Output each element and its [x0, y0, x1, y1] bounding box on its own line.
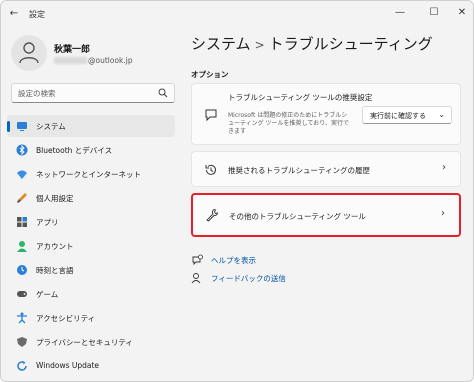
- wrench-icon: [206, 209, 219, 222]
- search-icon[interactable]: [158, 88, 168, 98]
- sidebar-item-privacy[interactable]: プライバシーとセキュリティ: [7, 331, 175, 353]
- accessibility-icon: [17, 312, 27, 324]
- help-link-label[interactable]: ヘルプを表示: [211, 255, 256, 266]
- search-input[interactable]: [18, 87, 154, 99]
- troubleshooter-history-card[interactable]: 推奨されるトラブルシューティングの履歴 ›: [191, 151, 461, 187]
- card-description: Microsoft は問題の修正のためにトラブルシューティング ツールを推奨して…: [228, 112, 349, 135]
- sidebar-item-label: アプリ: [36, 218, 59, 227]
- sidebar-item-label: 時刻と言語: [36, 266, 74, 275]
- apps-icon: [17, 217, 27, 227]
- recommendation-dropdown[interactable]: 実行前に確認する ⌄: [362, 106, 452, 124]
- email-redacted: [54, 57, 87, 64]
- settings-window: ← 設定 — ☐ ✕ 秋葉一郎 @outlook.jp システム: [0, 0, 474, 382]
- sidebar-item-accessibility[interactable]: アクセシビリティ: [7, 307, 175, 329]
- maximize-button[interactable]: ☐: [421, 5, 447, 21]
- sidebar-item-label: ネットワークとインターネット: [36, 170, 141, 179]
- account-icon: [17, 241, 27, 252]
- chevron-down-icon: ⌄: [438, 110, 445, 119]
- feedback-icon: [191, 273, 201, 284]
- card-title: その他のトラブルシューティング ツール: [229, 212, 366, 221]
- minimize-button[interactable]: —: [387, 5, 413, 21]
- back-arrow-icon[interactable]: ←: [7, 7, 21, 21]
- sidebar-item-network[interactable]: ネットワークとインターネット: [7, 163, 175, 185]
- bluetooth-icon: [16, 144, 28, 156]
- breadcrumb: システム > トラブルシューティング: [191, 33, 433, 54]
- sidebar-item-label: Bluetooth とデバイス: [36, 146, 113, 155]
- sidebar-item-label: 個人用設定: [36, 194, 74, 203]
- card-title: 推奨されるトラブルシューティングの履歴: [228, 166, 371, 175]
- gamepad-icon: [17, 291, 27, 297]
- sidebar-item-label: アクセシビリティ: [36, 314, 96, 323]
- card-title: トラブルシューティング ツールの推奨設定: [228, 93, 373, 102]
- sidebar-item-label: ゲーム: [36, 290, 59, 299]
- help-icon: [192, 254, 203, 266]
- sidebar-item-time-language[interactable]: 時刻と言語: [7, 259, 175, 281]
- sidebar-item-windows-update[interactable]: Windows Update: [7, 355, 175, 377]
- breadcrumb-parent[interactable]: システム: [191, 35, 251, 53]
- sidebar-item-bluetooth[interactable]: Bluetooth とデバイス: [7, 139, 175, 161]
- sidebar-item-label: Windows Update: [36, 361, 100, 370]
- person-icon: [19, 42, 39, 64]
- close-button[interactable]: ✕: [449, 5, 473, 21]
- selection-indicator: [7, 121, 10, 132]
- sidebar-item-apps[interactable]: アプリ: [7, 211, 175, 233]
- shield-icon: [17, 337, 27, 347]
- sidebar-item-system[interactable]: システム: [7, 115, 175, 137]
- title-bar: ← 設定 — ☐ ✕: [1, 1, 473, 27]
- brush-icon: [17, 193, 27, 203]
- sidebar-item-label: システム: [36, 122, 66, 131]
- user-email: @outlook.jp: [54, 56, 133, 65]
- wifi-icon: [17, 170, 27, 179]
- help-link[interactable]: ヘルプを表示: [191, 253, 256, 267]
- avatar[interactable]: [11, 35, 47, 71]
- system-icon: [17, 122, 27, 131]
- email-domain: @outlook.jp: [88, 56, 133, 65]
- dropdown-value: 実行前に確認する: [370, 112, 426, 120]
- recommended-troubleshooter-card: トラブルシューティング ツールの推奨設定 Microsoft は問題の修正のため…: [191, 83, 461, 145]
- feedback-link[interactable]: フィードバックの送信: [191, 271, 286, 285]
- sidebar-item-label: アカウント: [36, 242, 74, 251]
- user-name: 秋葉一郎: [54, 45, 91, 55]
- page-title: トラブルシューティング: [268, 35, 433, 53]
- section-label: オプション: [191, 70, 229, 79]
- globe-clock-icon: [17, 265, 27, 275]
- chevron-right-icon: ›: [441, 208, 445, 219]
- app-title: 設定: [29, 10, 45, 19]
- sidebar-item-gaming[interactable]: ゲーム: [7, 283, 175, 305]
- chat-icon: [205, 109, 217, 122]
- update-icon: [17, 361, 27, 371]
- chevron-right-icon: ›: [442, 162, 446, 173]
- other-troubleshooters-card[interactable]: その他のトラブルシューティング ツール ›: [191, 193, 461, 237]
- history-icon: [205, 164, 216, 175]
- search-box[interactable]: [11, 83, 175, 103]
- breadcrumb-separator: >: [254, 38, 265, 52]
- sidebar-item-personalization[interactable]: 個人用設定: [7, 187, 175, 209]
- sidebar-item-accounts[interactable]: アカウント: [7, 235, 175, 257]
- sidebar-item-label: プライバシーとセキュリティ: [36, 338, 133, 347]
- feedback-link-label[interactable]: フィードバックの送信: [211, 273, 286, 284]
